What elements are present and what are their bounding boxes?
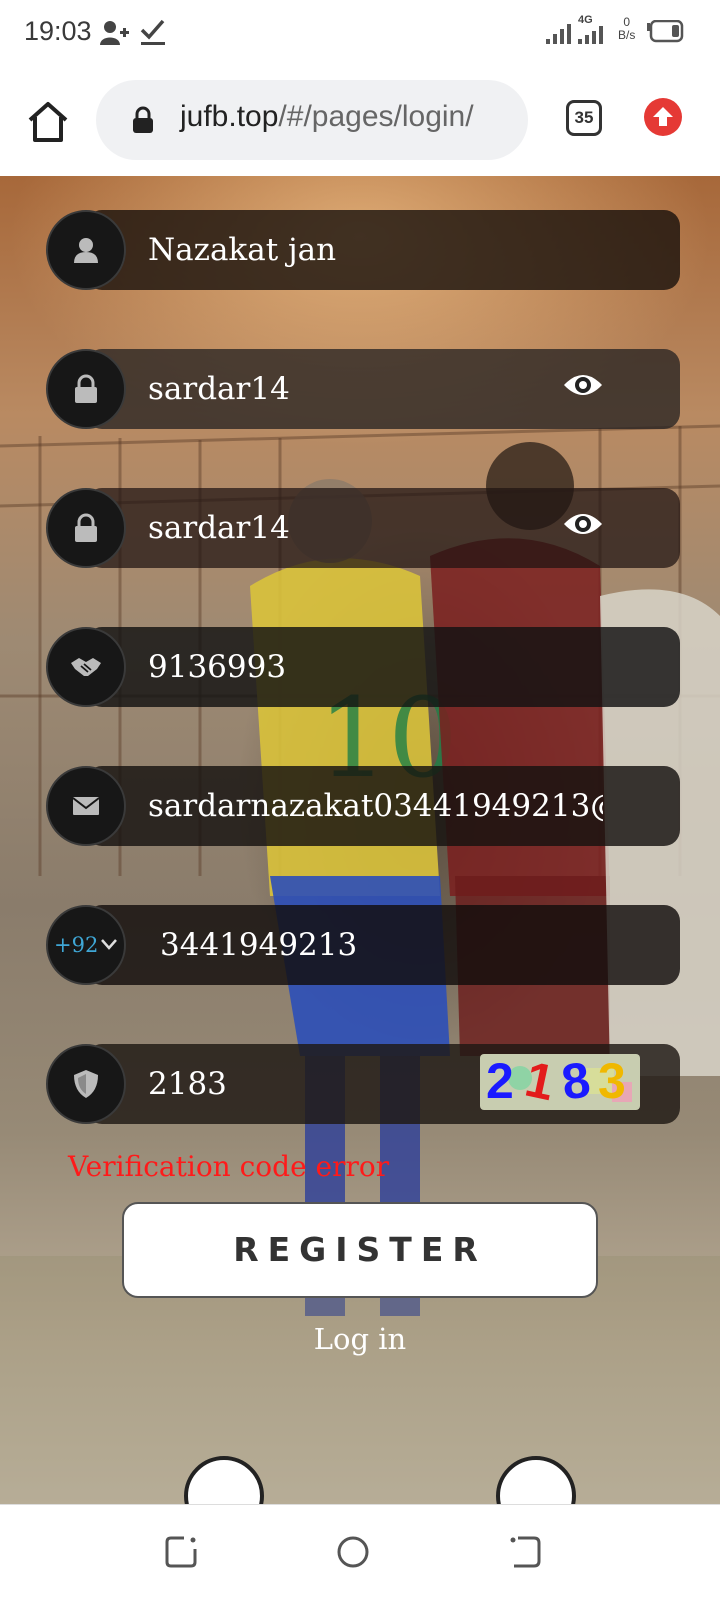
- browser-toolbar: jufb.top/#/pages/login/ 35: [0, 66, 720, 176]
- battery-icon: [647, 20, 684, 43]
- login-link[interactable]: Log in: [0, 1322, 720, 1356]
- captcha-digit: 8: [558, 1054, 594, 1110]
- captcha-digit: 3: [598, 1054, 626, 1109]
- check-icon: [140, 19, 165, 45]
- shield-icon: [74, 1070, 98, 1098]
- signal-4g-icon: [578, 26, 603, 44]
- data-rate: 0 B/s: [618, 16, 635, 42]
- eye-icon[interactable]: [562, 510, 604, 538]
- confirm-password-badge: [46, 488, 126, 568]
- signal-icon: [546, 24, 571, 44]
- captcha-image[interactable]: 2 1 8 3: [480, 1054, 640, 1110]
- username-field[interactable]: Nazakat jan: [46, 210, 680, 290]
- password-badge: [46, 349, 126, 429]
- verification-code-input[interactable]: 2183: [148, 1060, 448, 1108]
- recent-apps-icon[interactable]: [164, 1535, 198, 1569]
- lock-icon: [133, 106, 153, 133]
- home-circle-icon[interactable]: [336, 1535, 370, 1569]
- username-badge: [46, 210, 126, 290]
- handshake-icon: [71, 658, 101, 676]
- password-input[interactable]: sardar14: [148, 365, 603, 413]
- network-type: 4G: [578, 14, 593, 26]
- update-icon: [653, 107, 673, 126]
- email-badge: [46, 766, 126, 846]
- url-domain: jufb.top: [180, 100, 279, 133]
- tabs-button[interactable]: 35: [566, 100, 602, 136]
- user-icon: [74, 238, 98, 263]
- email-input[interactable]: sardarnazakat03441949213@gmail.com: [148, 782, 603, 830]
- mail-icon: [72, 797, 100, 815]
- phone-input[interactable]: 3441949213: [160, 921, 615, 969]
- status-bar: 19:03 4G 0 B/s: [0, 0, 720, 66]
- invite-code-badge: [46, 627, 126, 707]
- address-bar[interactable]: jufb.top/#/pages/login/: [96, 80, 528, 160]
- lock-icon: [75, 374, 97, 403]
- confirm-password-field[interactable]: sardar14: [46, 488, 680, 568]
- captcha-digit: 1: [520, 1054, 560, 1110]
- register-page: 10 Nazakat jan sardar14 sardar14 9136993…: [0, 176, 720, 1504]
- invite-code-input[interactable]: 9136993: [148, 643, 603, 691]
- update-button[interactable]: [644, 98, 682, 136]
- back-icon[interactable]: [508, 1535, 542, 1569]
- data-rate-unit: B/s: [618, 28, 636, 42]
- password-field[interactable]: sardar14: [46, 349, 680, 429]
- confirm-password-input[interactable]: sardar14: [148, 504, 603, 552]
- status-time: 19:03: [24, 16, 92, 46]
- add-person-icon: [100, 21, 129, 45]
- captcha-digit: 2: [486, 1054, 514, 1109]
- url-text: jufb.top/#/pages/login/: [180, 100, 474, 134]
- email-field[interactable]: sardarnazakat03441949213@gmail.com: [46, 766, 680, 846]
- country-code: +92: [54, 933, 99, 957]
- bottom-circle-button[interactable]: [496, 1456, 576, 1504]
- lock-icon: [75, 513, 97, 542]
- home-icon[interactable]: [26, 100, 70, 144]
- chevron-down-icon: [101, 939, 117, 950]
- register-button[interactable]: REGISTER: [122, 1202, 598, 1298]
- verification-code-field[interactable]: 2183 2 1 8 3: [46, 1044, 680, 1124]
- verification-error: Verification code error: [68, 1150, 390, 1183]
- eye-icon[interactable]: [562, 371, 604, 399]
- verification-badge: [46, 1044, 126, 1124]
- bottom-circle-button[interactable]: [184, 1456, 264, 1504]
- phone-field[interactable]: +92 3441949213: [46, 905, 680, 985]
- username-input[interactable]: Nazakat jan: [148, 226, 603, 274]
- system-nav-bar: [0, 1504, 720, 1600]
- country-code-selector[interactable]: +92: [46, 905, 126, 985]
- invite-code-field[interactable]: 9136993: [46, 627, 680, 707]
- url-path: /#/pages/login/: [278, 100, 474, 133]
